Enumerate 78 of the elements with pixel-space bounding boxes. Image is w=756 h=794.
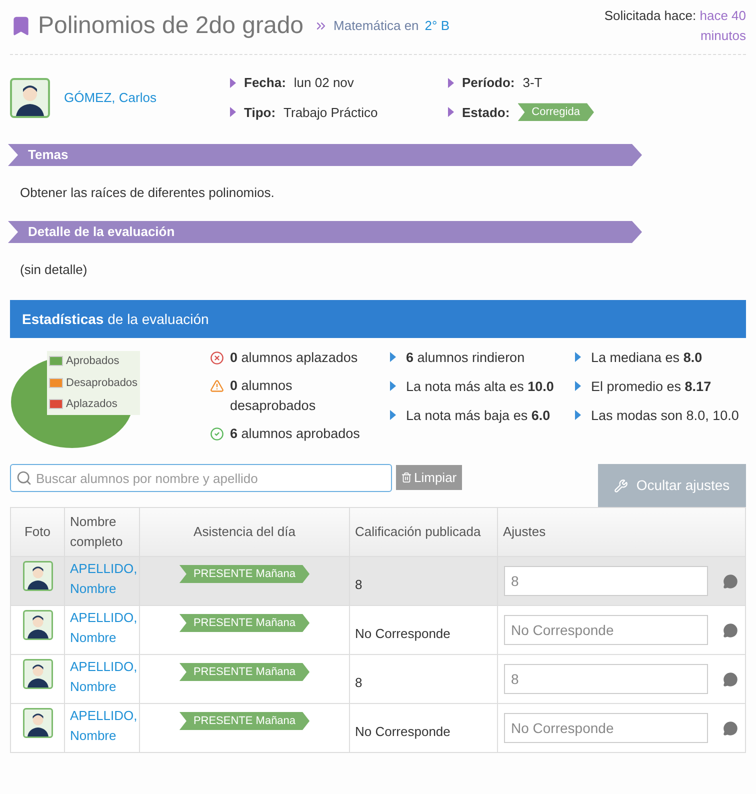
adjust-field[interactable]: 8 (504, 566, 708, 596)
adjust-field[interactable]: No Corresponde (504, 615, 708, 645)
section-text: (sin detalle) (19, 261, 88, 279)
grade-text: 8 (355, 675, 362, 690)
hide-settings-button[interactable]: Ocultar ajustes (598, 464, 746, 507)
info-label: Tipo: (244, 104, 276, 122)
stat-text: 6 alumnos aprobados (230, 425, 360, 443)
check-icon (210, 427, 224, 441)
comment-icon[interactable] (722, 574, 739, 588)
attendance-tag: PRESENTE Mañana (179, 614, 310, 632)
page-title: Polinomios de 2do grado (38, 11, 304, 41)
caret-icon (230, 107, 236, 118)
caret-icon (575, 381, 581, 391)
avatar-icon (22, 610, 52, 640)
info-label: Estado: (462, 104, 510, 122)
grade-text: No Corresponde (355, 724, 450, 740)
adjust-field[interactable]: No Corresponde (504, 713, 708, 743)
legend-label: Desaprobados (66, 376, 138, 390)
error-icon (210, 351, 224, 365)
course-link[interactable]: 2° B (424, 16, 450, 36)
stat-text: 0 alumnos aplazados (230, 349, 358, 367)
attendance-tag: PRESENTE Mañana (179, 663, 310, 681)
legend-label: Aprobados (66, 354, 120, 369)
stat-text: La nota más baja es 6.0 (406, 407, 550, 425)
caret-icon (448, 107, 454, 118)
attendance-tag: PRESENTE Mañana (179, 712, 310, 730)
stat-text: La mediana es 8.0 (591, 349, 702, 367)
grade-text: 8 (355, 577, 362, 592)
caret-icon (390, 381, 396, 391)
stat-text: 0 alumnos desaprobados (230, 377, 317, 415)
comment-icon[interactable] (722, 720, 739, 736)
caret-icon (575, 410, 581, 420)
column-header: Foto (10, 508, 64, 556)
caret-icon (448, 78, 454, 88)
requested-time: hace 40 minutos (700, 8, 746, 43)
comment-icon[interactable] (722, 622, 739, 638)
section-header: Temas (8, 144, 642, 166)
table-row[interactable]: APELLIDO, Nombre PRESENTE Mañana No Corresponde No Corresponde (10, 704, 746, 752)
column-header: Asistencia del día (140, 508, 350, 556)
legend-label: Aplazados (66, 397, 118, 412)
attendance-tag: PRESENTE Mañana (179, 565, 310, 583)
table-row[interactable]: APELLIDO, Nombre PRESENTE Mañana 8 8 (10, 556, 746, 606)
stats-header: Estadísticas de la evaluación (10, 300, 746, 338)
search-icon (16, 470, 32, 486)
clear-button[interactable]: Limpiar (396, 465, 462, 490)
grade-text: No Corresponde (355, 626, 450, 642)
table-row[interactable]: APELLIDO, Nombre PRESENTE Mañana No Corresponde No Corresponde (10, 606, 746, 654)
section-header: Detalle de la evaluación (8, 221, 642, 243)
info-label: Período: (462, 74, 515, 92)
section-text: Obtener las raíces de diferentes polinomios. (19, 184, 276, 202)
stat-text: Las modas son 8.0, 10.0 (591, 407, 739, 425)
subject-label: Matemática en (334, 17, 419, 36)
caret-icon (390, 352, 396, 362)
warning-icon (210, 379, 224, 393)
caret-icon (575, 352, 581, 362)
stat-text: 6 alumnos rindieron (406, 349, 525, 367)
avatar-icon (10, 78, 50, 118)
stat-text: El promedio es 8.17 (591, 378, 712, 396)
avatar-icon (22, 659, 52, 689)
wrench-icon (614, 478, 628, 492)
avatar-icon (22, 708, 52, 738)
search-field[interactable]: Buscar alumnos por nombre y apellido (10, 464, 392, 492)
comment-icon[interactable] (722, 672, 739, 686)
caret-icon (230, 78, 236, 88)
info-value: Trabajo Práctico (284, 104, 378, 122)
column-header: Ajustes (498, 508, 746, 556)
info-label: Fecha: (244, 74, 286, 92)
status-tag: Corregida (518, 103, 594, 122)
adjust-field[interactable]: 8 (504, 664, 708, 694)
requested-label: Solicitada hace: (604, 8, 696, 23)
teacher-link[interactable]: GÓMEZ, Carlos (64, 88, 156, 108)
table-row[interactable]: APELLIDO, Nombre PRESENTE Mañana 8 8 (10, 654, 746, 704)
trash-icon (401, 472, 412, 483)
info-value: 3-T (522, 74, 542, 92)
stat-text: La nota más alta es 10.0 (406, 378, 554, 396)
avatar-icon (22, 561, 52, 591)
caret-icon (390, 410, 396, 420)
info-value: lun 02 nov (294, 74, 354, 92)
